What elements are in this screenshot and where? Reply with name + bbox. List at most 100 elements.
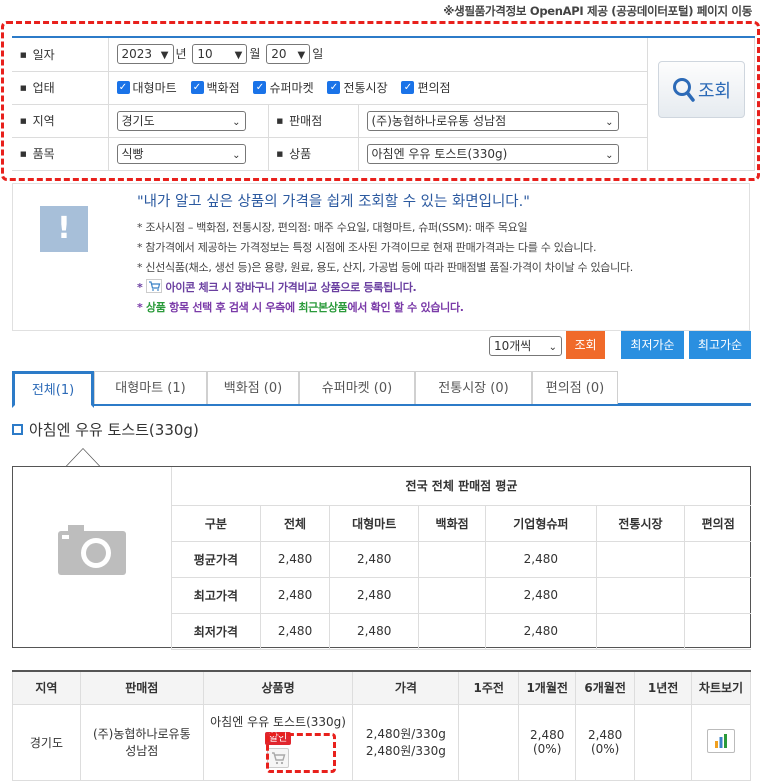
- per-page-select[interactable]: 10개씩 ⌄: [489, 336, 562, 356]
- notice-item: 참가격에서 제공하는 가격정보는 특정 시점에 조사된 가격이므로 현재 판매가…: [137, 238, 633, 258]
- biz-type-checkboxes: ✓ 대형마트 ✓ 백화점 ✓ 슈퍼마켓 ✓ 전통시장 ✓ 편의점: [108, 71, 648, 105]
- chart-view-button[interactable]: [707, 729, 735, 753]
- average-table-caption: 전국 전체 판매점 평균: [171, 467, 751, 506]
- column-header: 상품명: [202, 671, 354, 705]
- row-header: 최저가격: [171, 613, 261, 650]
- region-select[interactable]: 경기도 ⌄: [116, 110, 246, 131]
- table-cell: 2,480: [329, 577, 419, 614]
- product-summary-card: 전국 전체 판매점 평균 구분 전체 대형마트 백화점 기업형슈퍼 전통시장 편…: [12, 466, 751, 650]
- day-select[interactable]: 20 ▼: [266, 44, 311, 65]
- category-cell: 식빵 ⌄: [108, 137, 269, 171]
- chevron-down-icon: ▼: [234, 50, 243, 62]
- openapi-link[interactable]: ※생필품가격정보 OpenAPI 제공 (공공데이터포털) 페이지 이동: [443, 3, 752, 19]
- column-header: 대형마트: [329, 505, 419, 542]
- week-ago-cell: [458, 703, 520, 781]
- table-row: 최고가격 2,480 2,480 2,480: [171, 577, 751, 614]
- checkbox-convenience[interactable]: ✓ 편의점: [401, 79, 451, 96]
- chevron-down-icon: ▼: [160, 50, 169, 62]
- year-select[interactable]: 2023 ▼: [116, 44, 174, 65]
- month-select[interactable]: 10 ▼: [192, 44, 248, 65]
- column-header: 판매점: [79, 671, 204, 705]
- table-cell: [418, 613, 486, 650]
- check-icon: ✓: [190, 81, 204, 94]
- date-selectors: 2023 ▼ 년 10 ▼ 월 20 ▼ 일: [108, 38, 648, 72]
- checkbox-traditional-market[interactable]: ✓ 전통시장: [327, 79, 388, 96]
- tab-convenience[interactable]: 편의점 (0): [532, 371, 618, 404]
- search-button-cell: 조회: [648, 38, 755, 171]
- notice-box: ! "내가 알고 싶은 상품의 가격을 쉽게 조회할 수 있는 화면입니다." …: [12, 183, 750, 331]
- sort-lowest-button[interactable]: 최저가순: [621, 331, 684, 359]
- check-icon: ✓: [116, 81, 130, 94]
- exclamation-icon: !: [40, 206, 88, 252]
- table-cell: 2,480: [485, 613, 597, 650]
- tab-all[interactable]: 전체(1): [12, 371, 94, 408]
- row-header: 최고가격: [171, 577, 261, 614]
- column-header: 백화점: [418, 505, 486, 542]
- table-cell: [418, 577, 486, 614]
- table-row: 평균가격 2,480 2,480 2,480: [171, 541, 751, 578]
- category-select[interactable]: 식빵 ⌄: [116, 143, 246, 164]
- tab-department[interactable]: 백화점 (0): [207, 371, 299, 404]
- notice-item: 신선식품(채소, 생선 등)은 용량, 원료, 용도, 산지, 가공법 등에 따…: [137, 258, 633, 278]
- table-cell: [684, 613, 751, 650]
- chevron-down-icon: ⌄: [548, 342, 557, 353]
- day-unit: 일: [312, 46, 324, 61]
- table-cell: [595, 541, 685, 578]
- checkbox-supermarket[interactable]: ✓ 슈퍼마켓: [253, 79, 314, 96]
- column-header: 구분: [171, 505, 261, 542]
- chevron-down-icon: ⌄: [232, 149, 241, 161]
- table-cell: 2,480: [259, 613, 330, 650]
- product-name[interactable]: 아침엔 우유 토스트(330g): [204, 713, 353, 730]
- notice-recent-item: 상품 항목 선택 후 검색 시 우측에 최근본상품에서 확인 할 수 있습니다.: [137, 298, 633, 318]
- checkbox-department[interactable]: ✓ 백화점: [190, 79, 240, 96]
- store-cell: (주)농협하나로유통 성남점 ⌄: [358, 104, 648, 138]
- column-header: 차트보기: [691, 671, 751, 705]
- search-form-table: 일자 2023▼년 10▼월 20▼일 업태 ✓대형마트 ✓백화점 ✓슈퍼마켓 …: [12, 38, 648, 171]
- table-cell: [684, 577, 751, 614]
- column-header: 1개월전: [518, 671, 577, 705]
- store-select[interactable]: (주)농협하나로유통 성남점 ⌄: [366, 110, 619, 131]
- column-header: 기업형슈퍼: [485, 505, 597, 542]
- product-label: 상품: [268, 137, 359, 171]
- store-type-tabs: 전체(1) 대형마트 (1) 백화점 (0) 슈퍼마켓 (0) 전통시장 (0)…: [12, 371, 751, 408]
- list-search-button[interactable]: 조회: [566, 331, 605, 359]
- checkbox-mart[interactable]: ✓ 대형마트: [116, 79, 177, 96]
- sort-highest-button[interactable]: 최고가순: [689, 331, 751, 359]
- product-title: 아침엔 우유 토스트(330g): [12, 419, 199, 440]
- bar-chart-icon: [715, 734, 727, 748]
- table-row: 최저가격 2,480 2,480 2,480: [171, 613, 751, 650]
- square-bullet-icon: [12, 424, 23, 435]
- year-ago-cell: [634, 703, 693, 781]
- table-cell: [595, 577, 685, 614]
- table-cell: 2,480: [485, 541, 597, 578]
- average-price-table: 전국 전체 판매점 평균 구분 전체 대형마트 백화점 기업형슈퍼 전통시장 편…: [171, 467, 751, 650]
- month-ago-cell: 2,480 (0%): [518, 703, 577, 781]
- tab-supermarket[interactable]: 슈퍼마켓 (0): [299, 371, 415, 404]
- year-unit: 년: [175, 46, 187, 61]
- table-cell: 2,480: [329, 613, 419, 650]
- six-month-ago-cell: 2,480 (0%): [575, 703, 636, 781]
- results-table: 지역 판매점 상품명 가격 1주전 1개월전 6개월전 1년전 차트보기 경기도…: [12, 670, 751, 781]
- tab-traditional-market[interactable]: 전통시장 (0): [415, 371, 532, 404]
- product-select[interactable]: 아침엔 우유 토스트(330g) ⌄: [366, 143, 619, 164]
- biz-type-label: 업태: [12, 71, 109, 105]
- search-panel: 일자 2023▼년 10▼월 20▼일 업태 ✓대형마트 ✓백화점 ✓슈퍼마켓 …: [12, 36, 755, 171]
- region-cell: 경기도 ⌄: [108, 104, 269, 138]
- store-cell: (주)농협하나로유통 성남점: [79, 703, 204, 781]
- check-icon: ✓: [253, 81, 267, 94]
- price-cell: 2,480원/330g 2,480원/330g: [352, 703, 460, 781]
- chart-cell: [691, 703, 751, 781]
- date-label: 일자: [12, 38, 109, 72]
- column-header: 6개월전: [575, 671, 636, 705]
- table-cell: 2,480: [259, 577, 330, 614]
- notice-list: 조사시점 – 백화점, 전통시장, 편의점: 매주 수요일, 대형마트, 슈퍼(…: [137, 218, 633, 318]
- notice-headline: "내가 알고 싶은 상품의 가격을 쉽게 조회할 수 있는 화면입니다.": [137, 194, 530, 210]
- chevron-down-icon: ⌄: [605, 116, 614, 128]
- search-button[interactable]: 조회: [658, 61, 745, 118]
- column-header: 1주전: [458, 671, 520, 705]
- tab-mart[interactable]: 대형마트 (1): [94, 371, 207, 404]
- table-cell: [418, 541, 486, 578]
- chevron-down-icon: ⌄: [232, 116, 241, 128]
- column-header: 전체: [259, 505, 330, 542]
- table-cell: 2,480: [329, 541, 419, 578]
